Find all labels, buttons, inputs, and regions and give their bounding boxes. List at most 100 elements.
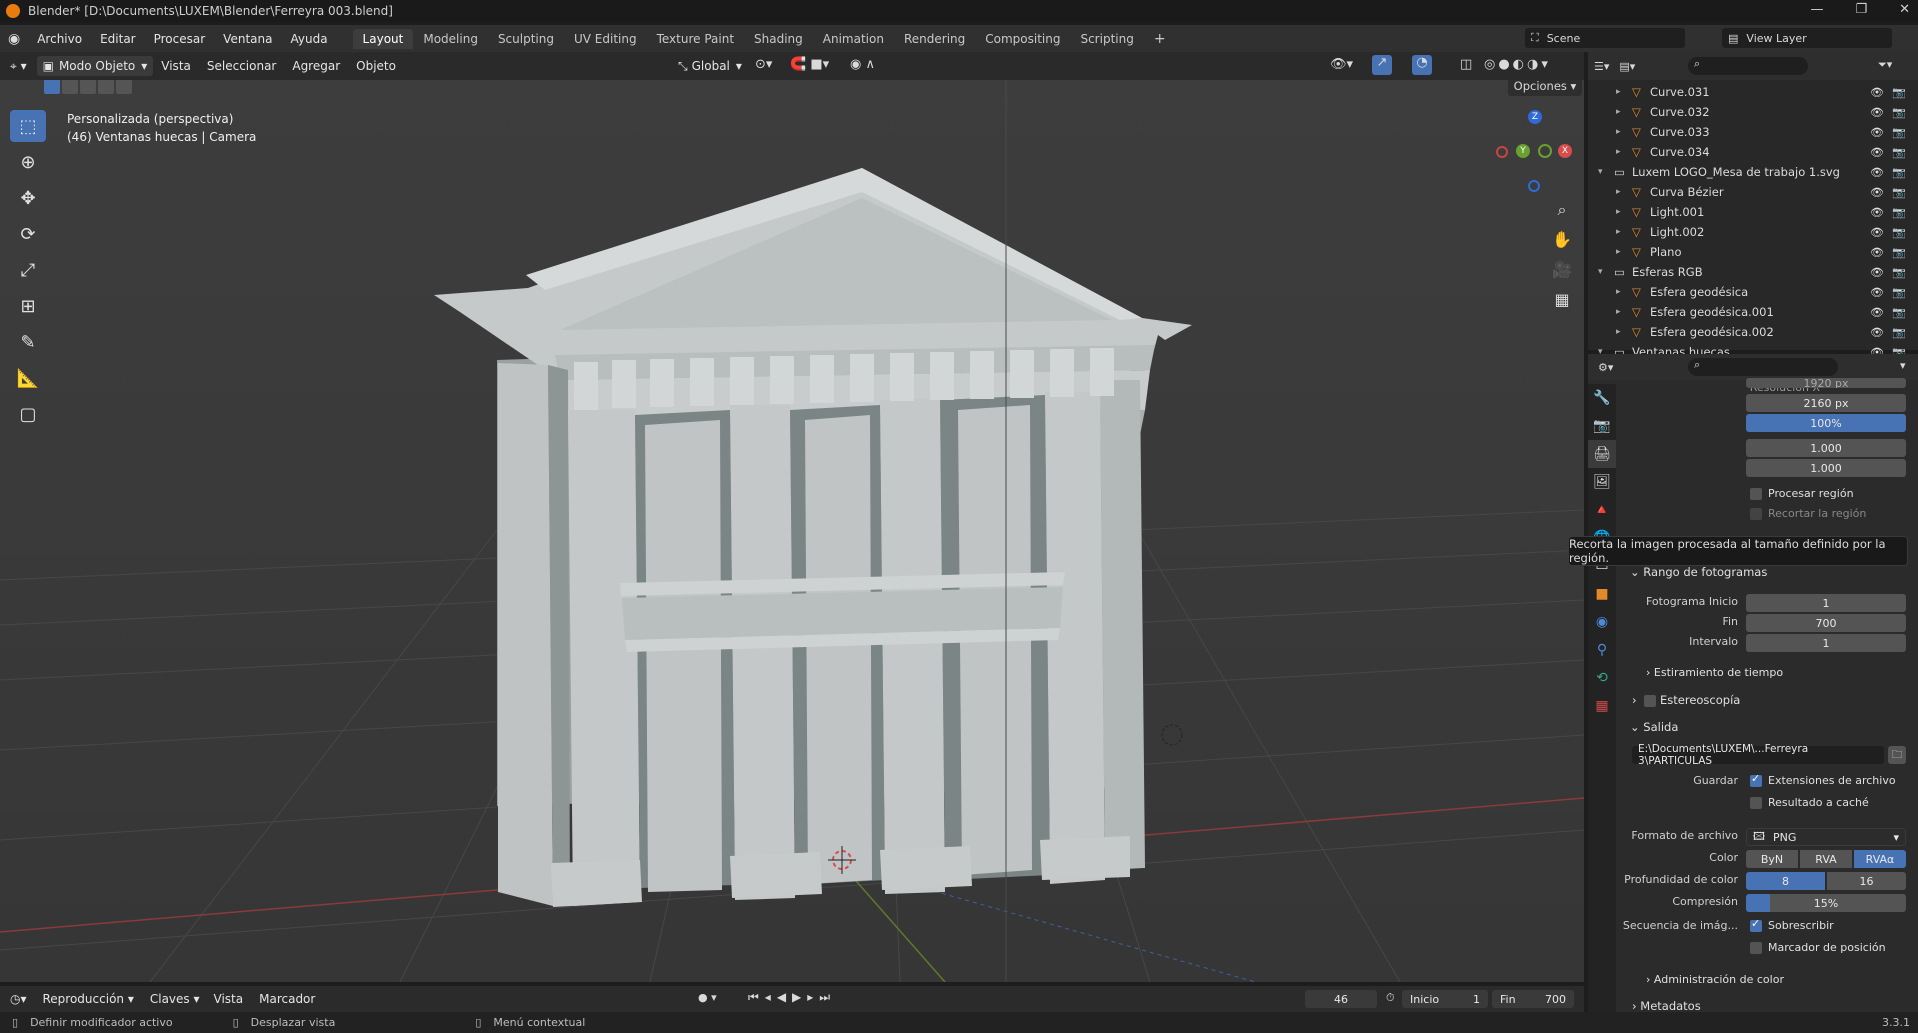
visibility-eye-icon[interactable]: 👁 — [1870, 246, 1884, 259]
menu-ventana[interactable]: Ventana — [214, 32, 281, 46]
frame-range-header[interactable]: ⌄ Rango de fotogramas — [1630, 565, 1767, 579]
select-new-icon[interactable] — [44, 80, 60, 94]
tab-shading[interactable]: Shading — [744, 29, 813, 49]
keying-menu[interactable]: Claves ▾ — [144, 989, 206, 1009]
color-rgba-option[interactable]: RVAα — [1854, 850, 1906, 868]
resolution-percent-field[interactable]: 100% — [1746, 414, 1906, 432]
outliner-object-row[interactable]: ▸ ▽ Curva Bézier 👁 📷 — [1588, 182, 1918, 202]
rotate-tool-icon[interactable]: ⟳ — [10, 218, 46, 250]
tab-uv-editing[interactable]: UV Editing — [564, 29, 647, 49]
menu-seleccionar[interactable]: Seleccionar — [199, 59, 284, 73]
ortho-toggle-icon[interactable]: ▦ — [1550, 285, 1574, 315]
outliner-object-row[interactable]: ▸ ▽ Esfera geodésica.001 👁 📷 — [1588, 302, 1918, 322]
outliner-object-row[interactable]: ▸ ▽ Curve.033 👁 📷 — [1588, 122, 1918, 142]
camera-view-icon[interactable]: 🎥 — [1550, 255, 1574, 285]
shading-mode-icons[interactable]: ◎●◐◑▾ — [1484, 57, 1551, 72]
select-extend-icon[interactable] — [62, 80, 78, 94]
xray-icon[interactable]: ◫ — [1460, 57, 1472, 72]
outliner-object-row[interactable]: ▸ ▽ Light.002 👁 📷 — [1588, 222, 1918, 242]
visibility-eye-icon[interactable]: 👁 — [1870, 326, 1884, 339]
outliner-search-input[interactable]: ⌕ — [1688, 57, 1808, 75]
menu-marcador[interactable]: Marcador — [251, 992, 323, 1006]
render-camera-icon[interactable]: 📷 — [1892, 166, 1906, 179]
expand-arrow-icon[interactable]: ▸ — [1616, 307, 1621, 317]
tab-texture-paint[interactable]: Texture Paint — [647, 29, 744, 49]
expand-arrow-icon[interactable]: ▸ — [1616, 147, 1621, 157]
placeholders-checkbox[interactable] — [1750, 942, 1762, 954]
visibility-eye-icon[interactable]: 👁 — [1870, 286, 1884, 299]
data-tab-icon[interactable]: ⟲ — [1588, 664, 1616, 692]
tool-tab-icon[interactable]: 🔧 — [1588, 384, 1616, 412]
file-extensions-checkbox[interactable] — [1750, 772, 1762, 787]
menu-procesar[interactable]: Procesar — [145, 32, 215, 46]
minimize-icon[interactable]: — — [1810, 2, 1823, 17]
cache-result-checkbox[interactable] — [1750, 797, 1762, 809]
outliner-object-row[interactable]: ▸ ▽ Curve.031 👁 📷 — [1588, 82, 1918, 102]
proportional-edit-icon[interactable]: ◉ ∧ — [850, 57, 875, 72]
menu-vista[interactable]: Vista — [153, 59, 199, 73]
orientation-selector[interactable]: ⤡ Global ▾ — [672, 56, 748, 76]
tab-modeling[interactable]: Modeling — [413, 29, 488, 49]
close-icon[interactable]: ✕ — [1899, 2, 1910, 17]
render-camera-icon[interactable]: 📷 — [1892, 286, 1906, 299]
scene-selector[interactable]: ⛶ Scene — [1525, 28, 1685, 48]
visibility-eye-icon[interactable]: 👁 — [1870, 86, 1884, 99]
visibility-icon[interactable]: 👁▾ — [1330, 57, 1353, 72]
visibility-eye-icon[interactable]: 👁 — [1870, 306, 1884, 319]
render-camera-icon[interactable]: 📷 — [1892, 86, 1906, 99]
render-camera-icon[interactable]: 📷 — [1892, 146, 1906, 159]
output-path-field[interactable]: E:\Documents\LUXEM\...Ferreyra 3\PARTICU… — [1632, 743, 1884, 767]
aspect-y-field[interactable]: 1.000 — [1746, 459, 1906, 477]
render-camera-icon[interactable]: 📷 — [1892, 266, 1906, 279]
collapse-arrow-icon[interactable]: ▾ — [1598, 167, 1603, 177]
select-invert-icon[interactable] — [98, 80, 114, 94]
color-bw-option[interactable]: ByN — [1746, 850, 1798, 868]
stereoscopy-checkbox[interactable] — [1644, 695, 1656, 707]
menu-editar[interactable]: Editar — [91, 32, 145, 46]
folder-icon[interactable]: 🗀 — [1888, 746, 1906, 764]
render-tab-icon[interactable]: 📷 — [1588, 412, 1616, 440]
outliner-collection-row[interactable]: ▾ ▭ Luxem LOGO_Mesa de trabajo 1.svg 👁 📷 — [1588, 162, 1918, 182]
crop-region-checkbox[interactable] — [1750, 508, 1762, 520]
editor-type-button[interactable]: ◷▾ — [4, 989, 33, 1009]
scene-tab-icon[interactable]: 🔺 — [1588, 496, 1616, 524]
render-camera-icon[interactable]: 📷 — [1892, 186, 1906, 199]
render-camera-icon[interactable]: 📷 — [1892, 206, 1906, 219]
color-management-header[interactable]: › Administración de color — [1646, 973, 1784, 986]
select-subtract-icon[interactable] — [80, 80, 96, 94]
render-region-checkbox[interactable] — [1750, 488, 1762, 500]
physics-tab-icon[interactable]: ◉ — [1588, 608, 1616, 636]
render-camera-icon[interactable]: 📷 — [1892, 306, 1906, 319]
visibility-eye-icon[interactable]: 👁 — [1870, 146, 1884, 159]
properties-type-icon[interactable]: ⚙▾ — [1598, 361, 1613, 374]
tab-animation[interactable]: Animation — [813, 29, 894, 49]
depth-16-option[interactable]: 16 — [1827, 872, 1906, 890]
record-icon[interactable]: ● ▾ — [698, 991, 717, 1004]
menu-ayuda[interactable]: Ayuda — [281, 32, 336, 46]
properties-search-input[interactable]: ⌕ — [1688, 358, 1838, 376]
color-rgb-option[interactable]: RVA — [1800, 850, 1852, 868]
render-camera-icon[interactable]: 📷 — [1892, 126, 1906, 139]
scale-tool-icon[interactable]: ⤢ — [10, 254, 46, 286]
zoom-icon[interactable]: ⌕ — [1550, 195, 1574, 225]
constraints-tab-icon[interactable]: ⚲ — [1588, 636, 1616, 664]
menu-objeto[interactable]: Objeto — [348, 59, 404, 73]
chevron-down-icon[interactable]: ▾ — [1900, 359, 1906, 372]
mode-selector[interactable]: ▣ Modo Objeto ▾ — [36, 56, 154, 76]
expand-arrow-icon[interactable]: ▸ — [1616, 207, 1621, 217]
stopwatch-icon[interactable]: ⏱ — [1386, 991, 1395, 1005]
outliner-type-icon[interactable]: ☰▾ — [1594, 60, 1609, 73]
filter-icon[interactable]: ⏷▾ — [1878, 58, 1892, 72]
playback-menu[interactable]: Reproducción ▾ — [37, 989, 140, 1009]
object-tab-icon[interactable]: ■ — [1588, 580, 1616, 608]
select-intersect-icon[interactable] — [116, 80, 132, 94]
view-layer-tab-icon[interactable]: 🖼 — [1588, 468, 1616, 496]
options-button[interactable]: Opciones ▾ — [1508, 80, 1582, 96]
visibility-eye-icon[interactable]: 👁 — [1870, 166, 1884, 179]
pan-icon[interactable]: ✋ — [1550, 225, 1574, 255]
blender-menu-icon[interactable]: ◉ — [0, 31, 28, 47]
y-axis-icon[interactable]: Y — [1516, 144, 1530, 158]
tab-scripting[interactable]: Scripting — [1070, 29, 1143, 49]
cursor-tool-icon[interactable]: ⊕ — [10, 146, 46, 178]
res-x-field[interactable]: 1920 px — [1746, 378, 1906, 388]
